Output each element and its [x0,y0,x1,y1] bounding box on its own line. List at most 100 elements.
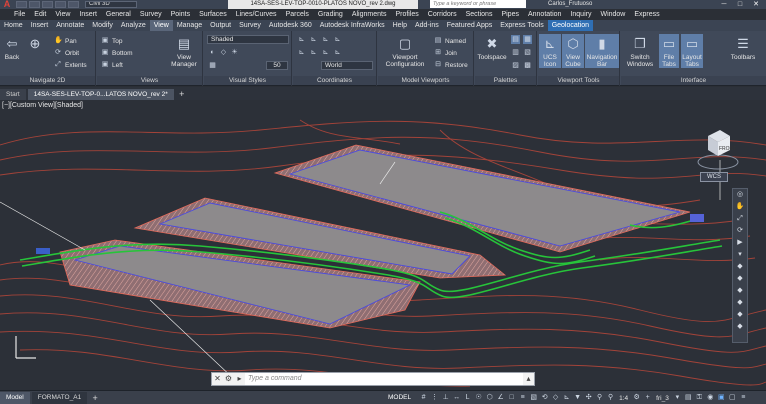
file-tabs-toggle[interactable]: ▭ File Tabs [659,34,679,68]
forward-button[interactable]: ⊕ [25,34,45,54]
navbar-options-icon[interactable]: ▾ [733,249,747,261]
annotation-monitor-icon[interactable]: + [642,392,653,404]
undo-icon[interactable] [55,1,66,8]
tab-analyze[interactable]: Analyze [117,20,150,31]
panel-views-label[interactable]: Views [97,76,202,85]
selection-filter-icon[interactable]: ▼ [572,392,583,404]
navbar-item-icon[interactable]: ◆ [733,273,747,285]
current-layer[interactable]: fri_3 [653,395,672,402]
new-icon[interactable] [16,1,27,8]
ucs-y-icon[interactable]: ⊾ [309,48,318,57]
auto-scale-icon[interactable]: ⚲ [605,392,616,404]
minimize-button[interactable]: ─ [716,0,732,9]
3d-osnap-icon[interactable]: ◇ [550,392,561,404]
gizmo-icon[interactable]: ✣ [583,392,594,404]
menu-profiles[interactable]: Profiles [395,11,418,18]
isometric-icon[interactable]: ⬡ [484,392,495,404]
edge-icon[interactable]: ◇ [219,48,228,57]
polar-icon[interactable]: ☉ [473,392,484,404]
properties-palette-icon[interactable]: ▤ [511,35,520,44]
infer-icon[interactable]: ⊥ [440,392,451,404]
panel-visual-styles-label[interactable]: Visual Styles [204,76,291,85]
menu-annotation[interactable]: Annotation [528,11,561,18]
workspace-selector[interactable]: Civil 3D [85,1,137,8]
transparency-icon[interactable]: ▧ [528,392,539,404]
tab-view[interactable]: View [149,20,173,31]
ucs-origin-icon[interactable]: ⊾ [309,35,318,44]
navigation-bar-toggle[interactable]: ▮ Navigation Bar [585,34,619,68]
ortho-icon[interactable]: L [462,392,473,404]
menu-edit[interactable]: Edit [34,11,46,18]
navbar-item-icon[interactable]: ◆ [733,309,747,321]
menu-window[interactable]: Window [600,11,625,18]
customization-icon[interactable]: ≡ [738,392,749,404]
view-cube-toggle[interactable]: ⬡ View Cube [562,34,584,68]
units-icon[interactable]: ▾ [672,392,683,404]
pan-button[interactable]: ✋ Pan [54,36,77,46]
tab-manage[interactable]: Manage [173,20,206,31]
menu-alignments[interactable]: Alignments [352,11,387,18]
annotation-visibility-icon[interactable]: ⚲ [594,392,605,404]
navbar-item-icon[interactable]: ◆ [733,321,747,333]
view-cube[interactable]: FRONT [696,122,740,178]
menu-pipes[interactable]: Pipes [501,11,519,18]
model-space-button[interactable]: MODEL [385,392,414,404]
file-tab-drawing[interactable]: 14SA-SES-LEV-TOP-0...LATOS NOVO_rev 2* [27,89,174,100]
navbar-item-icon[interactable]: ◆ [733,261,747,273]
selection-cycling-icon[interactable]: ⟲ [539,392,550,404]
ucs-z-icon[interactable]: ⊾ [321,35,330,44]
close-button[interactable]: ✕ [748,0,764,9]
menu-parcels[interactable]: Parcels [286,11,309,18]
xray-icon[interactable]: ▦ [208,61,217,70]
orbit-icon[interactable]: ⟳ [733,225,747,237]
menu-insert[interactable]: Insert [79,11,97,18]
orbit-button[interactable]: ⟳ Orbit [54,48,79,58]
maximize-button[interactable]: □ [732,0,748,9]
view-bottom-button[interactable]: ▣ Bottom [101,48,133,58]
steering-wheel-icon[interactable]: ◎ [733,189,747,201]
add-layout-button[interactable]: + [89,392,101,404]
menu-file[interactable]: File [14,11,25,18]
menu-surfaces[interactable]: Surfaces [199,11,227,18]
tab-add-ins[interactable]: Add-ins [411,20,443,31]
ucs-view-icon[interactable]: ⊾ [321,48,330,57]
menu-inquiry[interactable]: Inquiry [570,11,591,18]
customize-command-line-icon[interactable]: ⚙ [223,373,234,385]
design-center-icon[interactable]: ▧ [523,48,532,57]
shadow-icon[interactable]: ◐ [208,48,217,57]
viewport-configuration-button[interactable]: ▢ Viewport Configuration [380,34,430,69]
app-menu-button[interactable]: A [0,0,14,9]
quick-properties-icon[interactable]: ▤ [683,392,694,404]
recent-commands-icon[interactable]: ▸ [234,373,245,385]
toolbars-button[interactable]: ☰ Toolbars [725,34,761,62]
menu-corridors[interactable]: Corridors [428,11,457,18]
annotation-scale[interactable]: 1:4 [619,395,628,402]
lock-ui-icon[interactable]: ⚿ [694,392,705,404]
tab-featured-apps[interactable]: Featured Apps [443,20,497,31]
menu-express[interactable]: Express [634,11,659,18]
tab-insert[interactable]: Insert [27,20,53,31]
object-snap-tracking-icon[interactable]: ∠ [495,392,506,404]
wcs-menu[interactable]: WCS [700,172,728,182]
panel-coordinates-label[interactable]: Coordinates [293,76,376,85]
tab-express-tools[interactable]: Express Tools [496,20,547,31]
clean-screen-icon[interactable]: ▢ [727,392,738,404]
dynamic-ucs-icon[interactable]: ⊾ [561,392,572,404]
view-top-button[interactable]: ▣ Top [101,36,123,46]
panel-palettes-label[interactable]: Palettes [475,76,536,85]
viewport-controls-label[interactable]: [−][Custom View][Shaded] [2,102,83,109]
layout-tab-formato-a1[interactable]: FORMATO_A1 [31,391,88,404]
tab-geolocation[interactable]: Geolocation [547,20,594,31]
menu-grading[interactable]: Grading [318,11,343,18]
restore-viewports-button[interactable]: ⊟ Restore [434,60,468,70]
ucs-x-icon[interactable]: ⊾ [297,48,306,57]
command-history-icon[interactable]: ▴ [523,373,534,385]
visual-style-dropdown[interactable]: Shaded [207,35,289,44]
new-tab-button[interactable]: + [176,89,188,100]
isolate-objects-icon[interactable]: ◉ [705,392,716,404]
save-icon[interactable] [42,1,53,8]
redo-icon[interactable] [68,1,79,8]
panel-model-viewports-label[interactable]: Model Viewports [378,76,473,85]
command-input[interactable]: Type a command [245,373,523,385]
tab-autodesk-360[interactable]: Autodesk 360 [265,20,316,31]
